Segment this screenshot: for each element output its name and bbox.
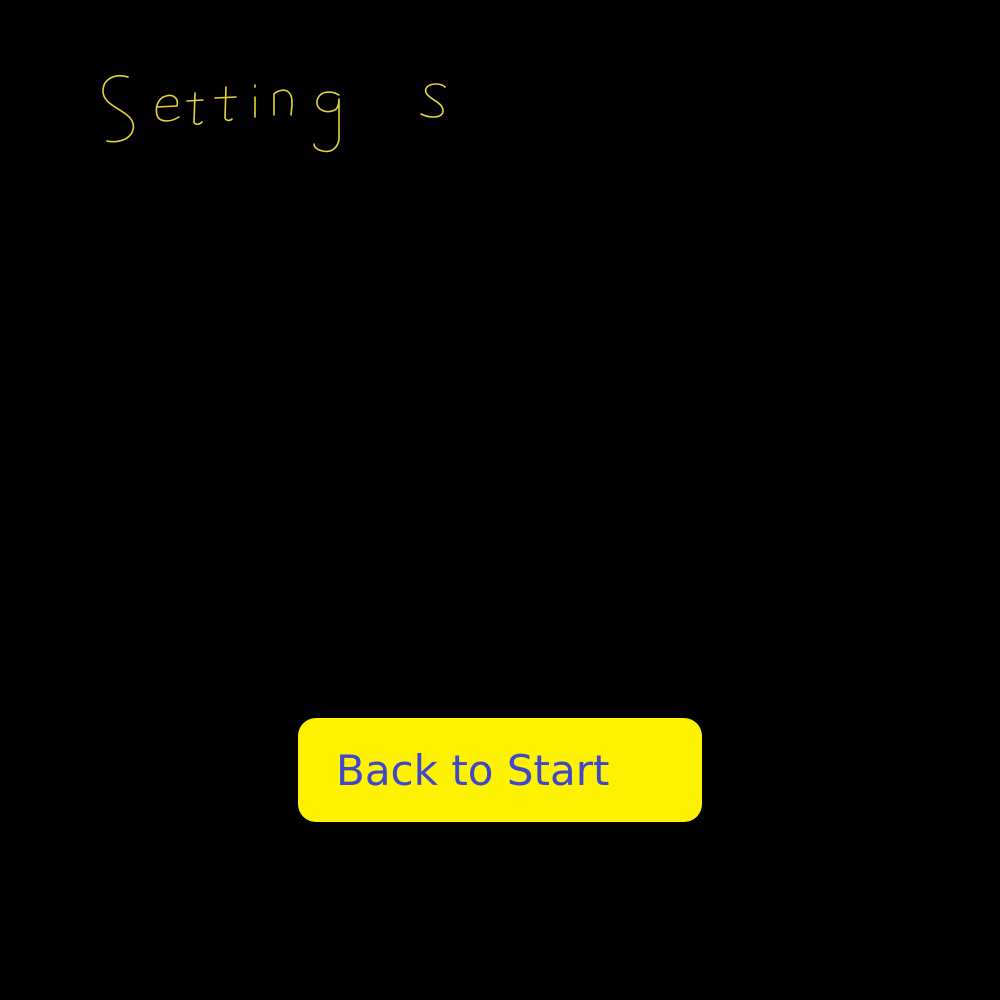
handwritten-settings-title	[102, 75, 446, 153]
settings-screen: Settings Back to Start	[0, 0, 1000, 1000]
back-to-start-button[interactable]: Back to Start	[298, 718, 702, 822]
settings-title: Settings	[95, 65, 465, 165]
